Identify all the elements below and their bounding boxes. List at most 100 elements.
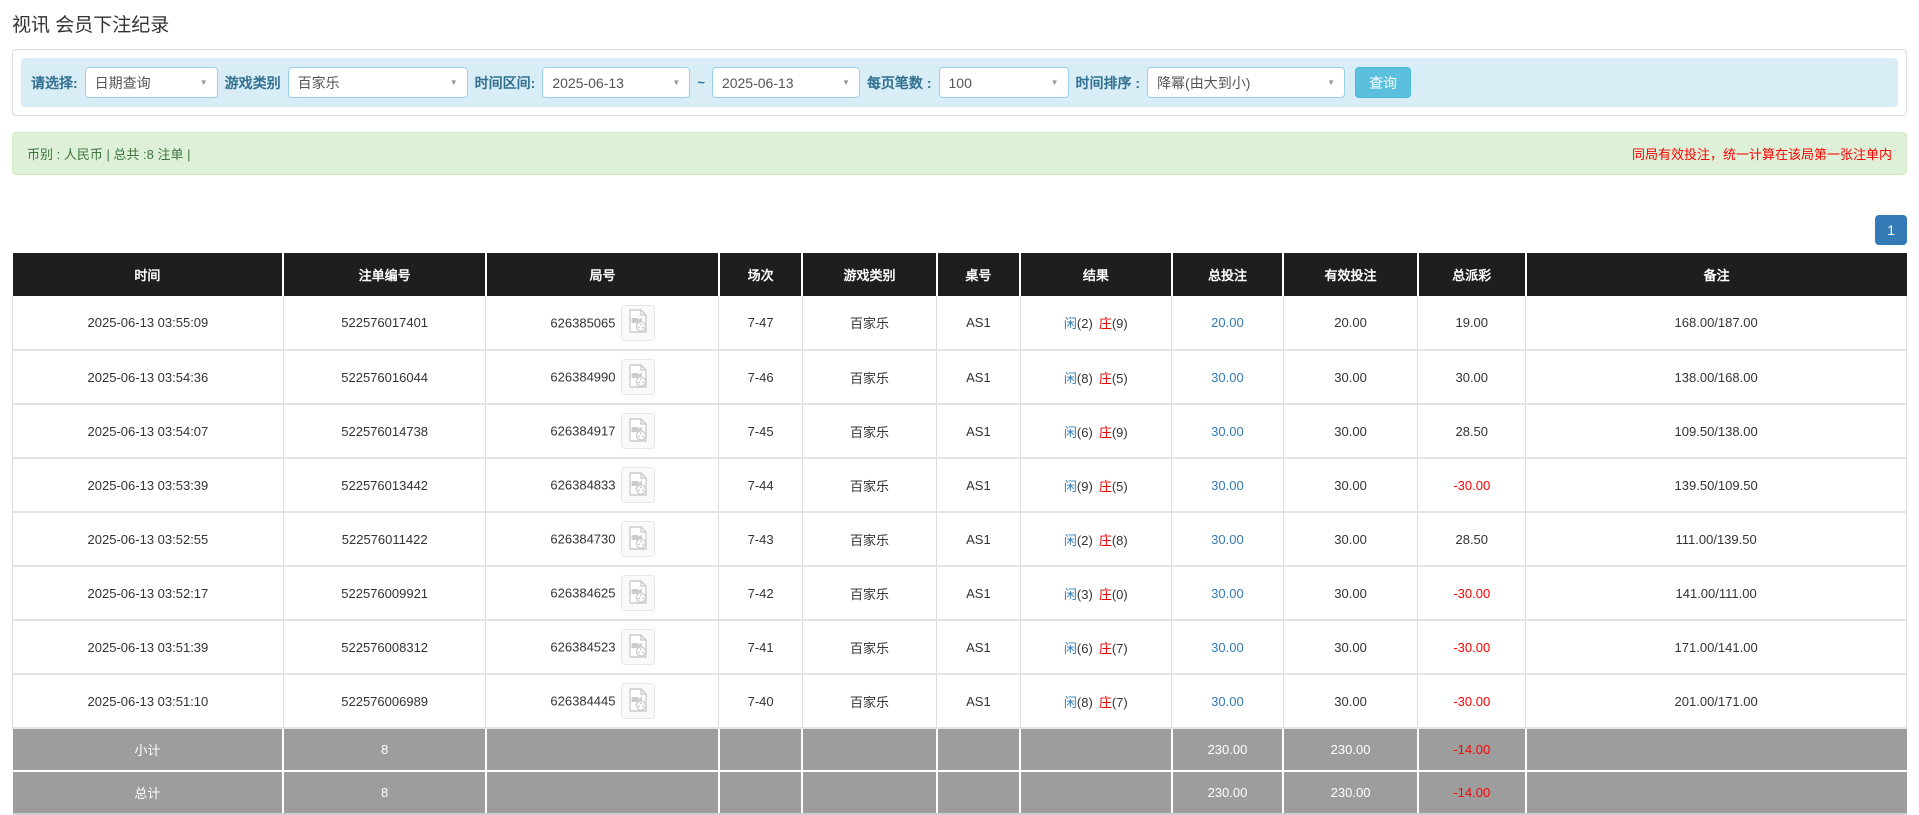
session-cell: 7-41 (719, 620, 802, 674)
round-cell: 626384833 (486, 458, 719, 512)
search-button[interactable]: 查询 (1355, 67, 1411, 98)
table-number-cell: AS1 (937, 296, 1020, 350)
result-cell: 闲(2)庄(8) (1020, 512, 1172, 566)
player-score: (9) (1077, 479, 1093, 494)
col-header-session: 场次 (719, 253, 802, 296)
video-replay-button[interactable] (621, 521, 655, 557)
sort-order-select[interactable]: 降幂(由大到小) ▼ (1147, 67, 1345, 98)
total-bet-link[interactable]: 30.00 (1211, 640, 1244, 655)
video-replay-button[interactable] (621, 305, 655, 341)
video-replay-button[interactable] (621, 467, 655, 503)
pagination: 1 (12, 215, 1907, 245)
result-cell: 闲(6)庄(9) (1020, 404, 1172, 458)
total-bet-link[interactable]: 30.00 (1211, 532, 1244, 547)
table-row: 2025-06-13 03:55:09 522576017401 6263850… (13, 296, 1907, 350)
per-page-label: 每页笔数 : (867, 73, 932, 93)
bet-time-cell: 2025-06-13 03:54:36 (13, 350, 284, 404)
per-page-select[interactable]: 100 ▼ (939, 67, 1069, 98)
session-cell: 7-44 (719, 458, 802, 512)
session-cell: 7-42 (719, 566, 802, 620)
total-bet-link[interactable]: 30.00 (1211, 694, 1244, 709)
round-cell: 626384917 (486, 404, 719, 458)
total-bet-link[interactable]: 30.00 (1211, 586, 1244, 601)
round-id: 626384625 (550, 586, 615, 601)
video-file-icon (628, 688, 648, 715)
game-category-cell: 百家乐 (802, 566, 936, 620)
video-replay-button[interactable] (621, 683, 655, 719)
game-category-select[interactable]: 百家乐 ▼ (288, 67, 468, 98)
video-replay-button[interactable] (621, 413, 655, 449)
round-cell: 626384730 (486, 512, 719, 566)
footer-empty-cell (719, 771, 802, 814)
grand-total-payout: -14.00 (1418, 771, 1526, 814)
valid-bet-cell: 30.00 (1283, 512, 1417, 566)
game-category-cell: 百家乐 (802, 404, 936, 458)
pagination-page-1[interactable]: 1 (1875, 215, 1907, 245)
player-label: 闲 (1064, 316, 1077, 331)
player-score: (8) (1077, 371, 1093, 386)
currency-summary-text: 币别 : 人民币 | 总共 :8 注单 | (27, 144, 191, 163)
total-bet-link[interactable]: 30.00 (1211, 370, 1244, 385)
banker-label: 庄 (1099, 533, 1112, 548)
table-number-cell: AS1 (937, 566, 1020, 620)
player-label: 闲 (1064, 371, 1077, 386)
table-number-cell: AS1 (937, 350, 1020, 404)
video-replay-button[interactable] (621, 629, 655, 665)
col-header-game: 游戏类别 (802, 253, 936, 296)
footer-empty-cell (486, 728, 719, 771)
player-label: 闲 (1064, 695, 1077, 710)
banker-label: 庄 (1099, 425, 1112, 440)
bet-time-cell: 2025-06-13 03:52:17 (13, 566, 284, 620)
query-type-select[interactable]: 日期查询 ▼ (85, 67, 218, 98)
table-row: 2025-06-13 03:54:07 522576014738 6263849… (13, 404, 1907, 458)
player-score: (8) (1077, 695, 1093, 710)
round-cell: 626384523 (486, 620, 719, 674)
table-number-cell: AS1 (937, 674, 1020, 728)
result-cell: 闲(9)庄(5) (1020, 458, 1172, 512)
col-header-bet-id: 注单编号 (283, 253, 486, 296)
bet-id-cell: 522576008312 (283, 620, 486, 674)
footer-empty-cell (802, 728, 936, 771)
footer-empty-cell (937, 728, 1020, 771)
round-id: 626385065 (550, 315, 615, 330)
result-cell: 闲(2)庄(9) (1020, 296, 1172, 350)
chevron-down-icon: ▼ (842, 78, 850, 87)
video-file-icon (628, 580, 648, 607)
date-to-select[interactable]: 2025-06-13 ▼ (712, 67, 860, 98)
game-category-cell: 百家乐 (802, 674, 936, 728)
subtotal-payout: -14.00 (1418, 728, 1526, 771)
banker-score: (8) (1112, 533, 1128, 548)
player-score: (3) (1077, 587, 1093, 602)
video-file-icon (628, 309, 648, 336)
footer-empty-cell (1020, 771, 1172, 814)
sort-order-value: 降幂(由大到小) (1157, 73, 1250, 93)
valid-bet-cell: 30.00 (1283, 350, 1417, 404)
player-label: 闲 (1064, 425, 1077, 440)
payout-cell: 28.50 (1418, 404, 1526, 458)
table-number-cell: AS1 (937, 404, 1020, 458)
round-id: 626384730 (550, 532, 615, 547)
video-replay-button[interactable] (621, 575, 655, 611)
round-cell: 626384445 (486, 674, 719, 728)
bet-time-cell: 2025-06-13 03:53:39 (13, 458, 284, 512)
total-bet-link[interactable]: 30.00 (1211, 424, 1244, 439)
chevron-down-icon: ▼ (1051, 78, 1059, 87)
game-category-cell: 百家乐 (802, 296, 936, 350)
total-bet-link[interactable]: 30.00 (1211, 478, 1244, 493)
video-replay-button[interactable] (621, 359, 655, 395)
bets-table: 时间 注单编号 局号 场次 游戏类别 桌号 结果 总投注 有效投注 总派彩 备注… (12, 253, 1907, 815)
grand-total-row: 总计 8 230.00 230.00 -14.00 (13, 771, 1907, 814)
col-header-total-bet: 总投注 (1172, 253, 1284, 296)
footer-empty-cell (1020, 728, 1172, 771)
banker-score: (0) (1112, 587, 1128, 602)
note-cell: 141.00/111.00 (1526, 566, 1907, 620)
result-cell: 闲(6)庄(7) (1020, 620, 1172, 674)
date-from-select[interactable]: 2025-06-13 ▼ (542, 67, 690, 98)
bet-id-cell: 522576009921 (283, 566, 486, 620)
note-cell: 109.50/138.00 (1526, 404, 1907, 458)
game-category-value: 百家乐 (298, 73, 340, 93)
bet-id-cell: 522576011422 (283, 512, 486, 566)
total-bet-link[interactable]: 20.00 (1211, 315, 1244, 330)
filter-panel: 请选择: 日期查询 ▼ 游戏类别 百家乐 ▼ 时间区间: 2025-06-13 … (12, 49, 1907, 116)
payout-cell: 30.00 (1418, 350, 1526, 404)
